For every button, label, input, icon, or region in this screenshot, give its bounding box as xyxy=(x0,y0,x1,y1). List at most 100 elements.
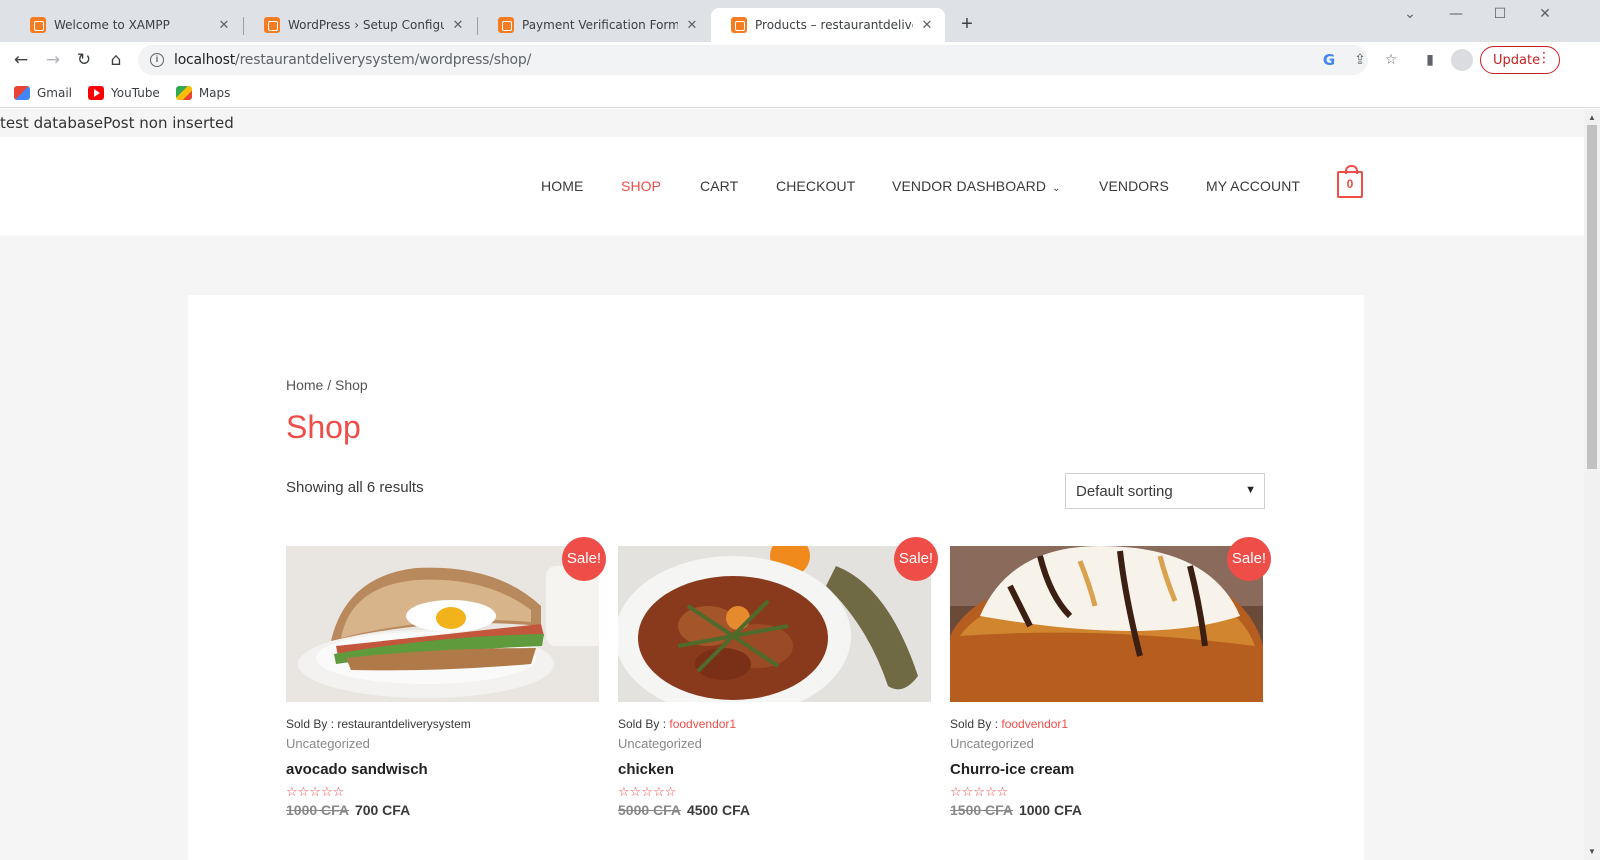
update-button[interactable]: Update ⋮ xyxy=(1480,46,1560,74)
churro-ice-cream-image xyxy=(950,546,1263,702)
kebab-menu-icon[interactable]: ⋮ xyxy=(1537,50,1551,66)
menu-item-shop[interactable]: SHOP xyxy=(621,178,661,194)
sale-badge: Sale! xyxy=(562,537,606,581)
tab-welcome-xampp[interactable]: Welcome to XAMPP ✕ xyxy=(10,8,242,42)
tab-close-icon[interactable]: ✕ xyxy=(684,18,700,33)
tab-title: Products – restaurantdeliverysyst xyxy=(755,18,913,32)
bookmark-gmail[interactable]: Gmail xyxy=(14,85,72,100)
scroll-up-icon[interactable]: ▲ xyxy=(1588,113,1596,122)
tab-payment-verification[interactable]: Payment Verification Form – resta ✕ xyxy=(478,8,710,42)
product-image-avocado-sandwich[interactable] xyxy=(286,546,599,702)
site-info-icon[interactable]: i xyxy=(150,53,164,67)
url-path: /restaurantdeliverysystem/wordpress/shop… xyxy=(235,52,532,68)
vendor-link[interactable]: foodvendor1 xyxy=(1001,717,1068,731)
bookmark-label: YouTube xyxy=(111,85,160,100)
menu-item-vendor-dashboard[interactable]: VENDOR DASHBOARD ⌄ xyxy=(892,178,1061,194)
vendor-name: restaurantdeliverysystem xyxy=(337,717,471,731)
maximize-icon[interactable]: ☐ xyxy=(1490,6,1510,22)
tab-strip: Welcome to XAMPP ✕ WordPress › Setup Con… xyxy=(0,0,1600,42)
product-price: 5000 CFA 4500 CFA xyxy=(618,802,931,818)
tab-wordpress-setup[interactable]: WordPress › Setup Configuration ✕ xyxy=(244,8,476,42)
sold-by-prefix: Sold By : xyxy=(286,717,338,731)
product-name[interactable]: Churro-ice cream xyxy=(950,761,1263,778)
rating-stars: ☆☆☆☆☆ xyxy=(618,785,677,800)
menu-item-vendors[interactable]: VENDORS xyxy=(1099,178,1169,194)
sale-price: 700 CFA xyxy=(354,802,411,818)
home-icon[interactable]: ⌂ xyxy=(104,48,128,72)
chevron-down-icon: ⌄ xyxy=(1052,183,1061,194)
product-name[interactable]: avocado sandwisch xyxy=(286,761,599,778)
tab-close-icon[interactable]: ✕ xyxy=(450,18,466,33)
browser-toolbar: ← → ↻ ⌂ i localhost/restaurantdeliverysy… xyxy=(0,42,1600,78)
gmail-icon xyxy=(14,85,30,100)
sale-price: 4500 CFA xyxy=(686,802,750,818)
product-price: 1500 CFA 1000 CFA xyxy=(950,802,1263,818)
sold-by-prefix: Sold By : xyxy=(950,717,1002,731)
menu-item-cart[interactable]: CART xyxy=(700,178,738,194)
address-bar[interactable]: i localhost/restaurantdeliverysystem/wor… xyxy=(138,45,1368,75)
share-icon[interactable]: ⇪ xyxy=(1351,51,1369,69)
tab-close-icon[interactable]: ✕ xyxy=(216,18,232,33)
menu-item-label: VENDOR DASHBOARD xyxy=(892,178,1047,194)
regular-price: 1000 CFA xyxy=(286,802,350,818)
product-card[interactable]: Sold By : foodvendor1 Uncategorized chic… xyxy=(618,546,931,818)
sandwich-image xyxy=(286,546,599,702)
minimize-icon[interactable]: — xyxy=(1446,6,1466,22)
bookmark-star-icon[interactable]: ☆ xyxy=(1382,51,1400,69)
close-window-icon[interactable]: ✕ xyxy=(1535,6,1555,22)
product-card[interactable]: Sold By : foodvendor1 Uncategorized Chur… xyxy=(950,546,1263,818)
sort-select[interactable]: Default sorting ▼ xyxy=(1065,473,1265,509)
product-category: Uncategorized xyxy=(950,736,1034,751)
vendor-link[interactable]: foodvendor1 xyxy=(669,717,736,731)
product-card[interactable]: Sold By : restaurantdeliverysystem Uncat… xyxy=(286,546,599,818)
xampp-favicon-icon xyxy=(498,17,514,33)
xampp-favicon-icon xyxy=(30,17,46,33)
breadcrumb: Home / Shop xyxy=(286,377,368,393)
product-name[interactable]: chicken xyxy=(618,761,931,778)
page-scrollbar[interactable]: ▲ ▼ xyxy=(1584,109,1600,860)
chevron-down-icon: ▼ xyxy=(1245,484,1256,496)
chicken-image xyxy=(618,546,931,702)
bookmark-youtube[interactable]: YouTube xyxy=(88,85,160,100)
rating-stars: ☆☆☆☆☆ xyxy=(286,785,345,800)
tab-title: Welcome to XAMPP xyxy=(54,18,170,32)
bookmark-maps[interactable]: Maps xyxy=(175,85,231,100)
scroll-down-icon[interactable]: ▼ xyxy=(1588,847,1596,856)
tab-search-icon[interactable]: ⌄ xyxy=(1400,6,1420,22)
menu-item-home[interactable]: HOME xyxy=(541,178,583,194)
tab-title: WordPress › Setup Configuration xyxy=(288,18,444,32)
xampp-favicon-icon xyxy=(264,17,280,33)
sale-price: 1000 CFA xyxy=(1018,802,1082,818)
profile-avatar-icon[interactable] xyxy=(1451,49,1473,71)
regular-price: 1500 CFA xyxy=(950,802,1014,818)
back-icon[interactable]: ← xyxy=(9,48,33,72)
sort-selected-value: Default sorting xyxy=(1076,482,1173,500)
menu-item-checkout[interactable]: CHECKOUT xyxy=(776,178,855,194)
google-lens-icon[interactable]: G xyxy=(1320,51,1338,69)
sold-by: Sold By : foodvendor1 xyxy=(618,717,931,731)
reload-icon[interactable]: ↻ xyxy=(72,48,96,72)
site-header: HOME SHOP CART CHECKOUT VENDOR DASHBOARD… xyxy=(0,137,1584,235)
product-category: Uncategorized xyxy=(618,736,702,751)
side-panel-icon[interactable]: ▮ xyxy=(1421,51,1439,69)
tab-close-icon[interactable]: ✕ xyxy=(919,18,935,33)
new-tab-button[interactable]: + xyxy=(957,13,977,36)
page-title: Shop xyxy=(286,409,361,445)
product-image-churro-ice-cream[interactable] xyxy=(950,546,1263,702)
bookmark-label: Maps xyxy=(198,85,231,100)
youtube-icon xyxy=(88,85,105,100)
product-image-chicken[interactable] xyxy=(618,546,931,702)
bookmarks-bar: Gmail YouTube Maps xyxy=(0,78,1600,108)
cart-icon[interactable]: 0 xyxy=(1337,165,1363,198)
product-price: 1000 CFA 700 CFA xyxy=(286,802,599,818)
sold-by: Sold By : foodvendor1 xyxy=(950,717,1263,731)
forward-icon[interactable]: → xyxy=(41,48,65,72)
tab-products[interactable]: Products – restaurantdeliverysyst ✕ xyxy=(711,8,945,42)
scrollbar-thumb[interactable] xyxy=(1587,125,1597,469)
rating-stars: ☆☆☆☆☆ xyxy=(950,785,1009,800)
debug-message: test databasePost non inserted xyxy=(0,109,1584,137)
menu-item-my-account[interactable]: MY ACCOUNT xyxy=(1206,178,1300,194)
update-label: Update xyxy=(1493,52,1541,68)
sold-by-prefix: Sold By : xyxy=(618,717,670,731)
regular-price: 5000 CFA xyxy=(618,802,682,818)
